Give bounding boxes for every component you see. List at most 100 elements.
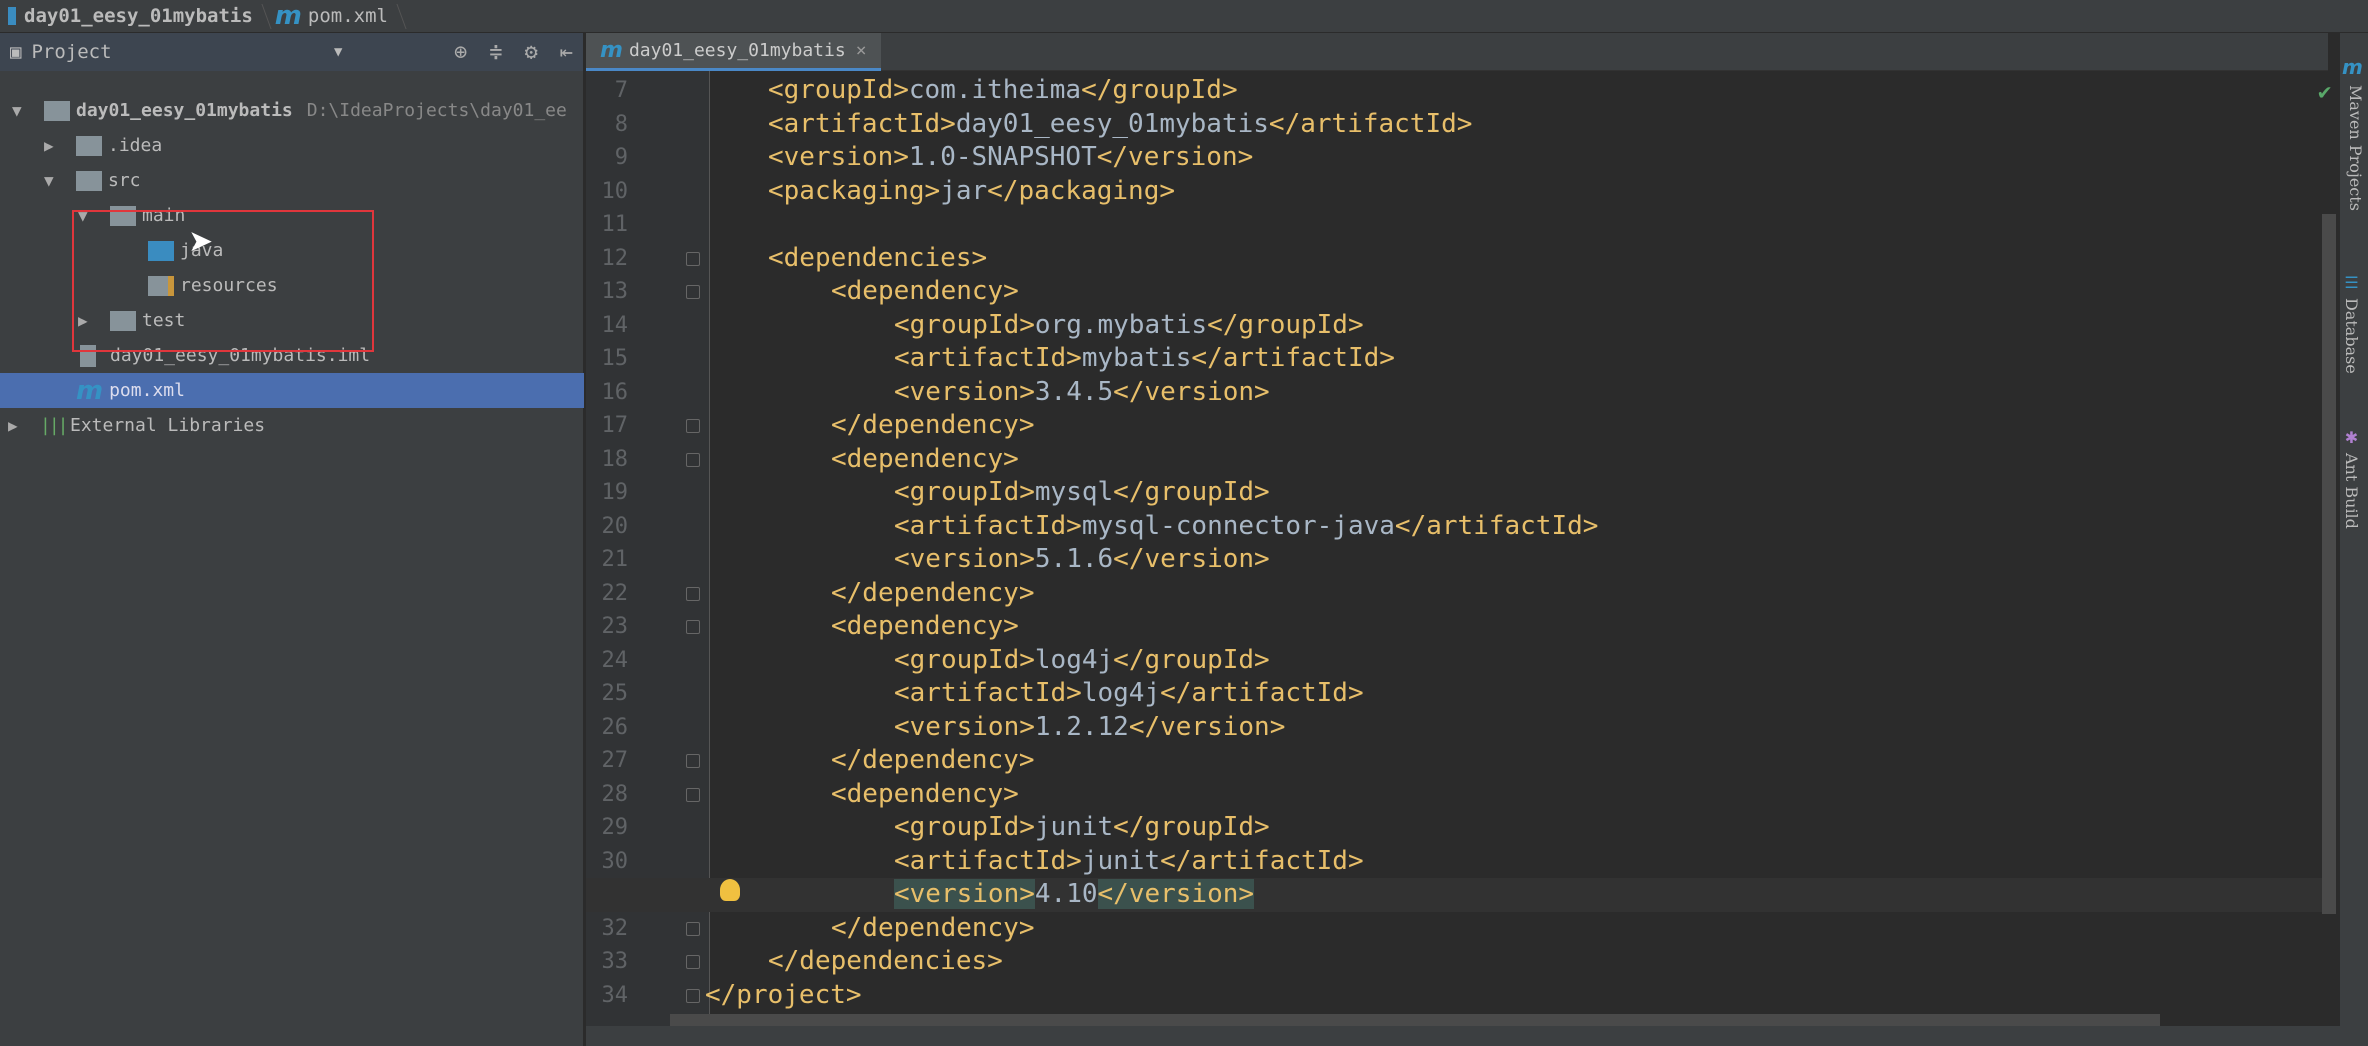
xml-value: 1.0-SNAPSHOT	[908, 142, 1097, 172]
xml-tag: </groupId>	[1113, 477, 1270, 507]
xml-value: mysql	[1034, 477, 1114, 507]
collapse-arrow-icon[interactable]: ▶	[44, 136, 62, 155]
code-line[interactable]: </dependency>	[586, 409, 2328, 443]
code-editor[interactable]: 7 8 9 10 11 12 13 14 15 16 17 18 19 20 21 22 23 24 25 26 27 2…	[586, 71, 2328, 1026]
maven-projects-tool[interactable]: m Maven Projects	[2342, 55, 2368, 211]
code-content: <version>1.0-SNAPSHOT</version>	[768, 141, 1253, 175]
tree-item-label: External Libraries	[70, 415, 266, 436]
tree-item-label: src	[108, 170, 141, 191]
collapse-arrow-icon[interactable]: ▶	[8, 416, 26, 435]
xml-tag: </groupId>	[1113, 644, 1270, 675]
code-content: <version>3.4.5</version>	[894, 376, 1270, 410]
locate-icon[interactable]: ⊕	[454, 40, 467, 65]
right-tool-strip: m Maven Projects ☰ Database ✱ Ant Build	[2340, 33, 2368, 1046]
maven-icon: m	[76, 375, 104, 406]
code-line[interactable]	[586, 208, 2328, 242]
code-line[interactable]: </dependency>	[586, 577, 2328, 611]
database-tool[interactable]: ☰ Database	[2342, 273, 2361, 374]
code-content: <artifactId>log4j</artifactId>	[894, 677, 1364, 711]
code-line[interactable]: <groupId>com.itheima</groupId>	[586, 74, 2328, 108]
code-line[interactable]: </dependency>	[586, 912, 2328, 946]
xml-tag: </version>	[1128, 711, 1286, 742]
xml-tag: </version>	[1113, 376, 1270, 407]
xml-tag: <version>	[894, 879, 1035, 909]
module-folder-icon	[44, 100, 70, 121]
database-icon: ☰	[2342, 273, 2361, 292]
code-content: <artifactId>mybatis</artifactId>	[894, 342, 1395, 376]
code-line[interactable]: <artifactId>day01_eesy_01mybatis</artifa…	[586, 108, 2328, 142]
code-line[interactable]: <groupId>log4j</groupId>	[586, 644, 2328, 678]
chevron-down-icon[interactable]: ▼	[334, 44, 342, 60]
breadcrumb-project[interactable]: day01_eesy_01mybatis	[0, 0, 267, 33]
lightbulb-icon[interactable]	[720, 879, 740, 901]
maven-icon: m	[600, 38, 623, 63]
code-content: <dependencies>	[768, 242, 987, 276]
xml-tag: <version>	[894, 376, 1035, 407]
xml-tag: </dependency>	[831, 745, 1035, 775]
xml-tag: </dependency>	[831, 912, 1035, 943]
code-line[interactable]: <dependency>	[586, 610, 2328, 644]
xml-tag: <dependencies>	[768, 242, 988, 273]
xml-tag: <packaging>	[768, 175, 941, 206]
code-line[interactable]: <packaging>jar</packaging>	[586, 175, 2328, 209]
tree-item-project-root[interactable]: ▼ day01_eesy_01mybatis D:\IdeaProjects\day…	[0, 93, 584, 128]
code-content: <version>1.2.12</version>	[894, 711, 1285, 745]
vertical-scrollbar[interactable]	[2322, 214, 2336, 914]
ant-build-tool[interactable]: ✱ Ant Build	[2342, 428, 2361, 529]
tree-item-idea[interactable]: ▶ .idea	[0, 128, 584, 163]
xml-value: org.mybatis	[1034, 309, 1208, 340]
xml-tag: </project>	[705, 979, 862, 1010]
xml-value: 3.4.5	[1034, 376, 1114, 407]
tree-item-label: pom.xml	[109, 380, 185, 401]
code-line[interactable]: <groupId>org.mybatis</groupId>	[586, 309, 2328, 343]
code-line[interactable]: <dependency>	[586, 443, 2328, 477]
code-line[interactable]: <version>1.2.12</version>	[586, 711, 2328, 745]
code-line[interactable]: </dependency>	[586, 744, 2328, 778]
code-line[interactable]: <version>1.0-SNAPSHOT</version>	[586, 141, 2328, 175]
editor-tab-bar: m day01_eesy_01mybatis ×	[586, 33, 2328, 71]
xml-value: 1.2.12	[1034, 711, 1129, 742]
hide-icon[interactable]: ⇤	[560, 40, 573, 65]
code-line[interactable]: <dependency>	[586, 275, 2328, 309]
code-line[interactable]: <version>4.10</version>	[586, 878, 2328, 912]
xml-tag: <artifactId>	[894, 510, 1082, 541]
breadcrumb-file[interactable]: m pom.xml	[267, 0, 402, 33]
collapse-all-icon[interactable]: ≑	[489, 40, 502, 65]
gear-icon[interactable]: ⚙	[525, 40, 538, 65]
tab-pom[interactable]: m day01_eesy_01mybatis ×	[586, 33, 881, 71]
code-line[interactable]: <artifactId>junit</artifactId>	[586, 845, 2328, 879]
tree-item-pom[interactable]: m pom.xml	[0, 373, 584, 408]
xml-tag: </version>	[1096, 142, 1254, 172]
xml-tag: <dependency>	[831, 276, 1019, 306]
code-line[interactable]: <version>5.1.6</version>	[586, 543, 2328, 577]
maven-icon: m	[274, 1, 302, 31]
code-line[interactable]: <artifactId>mysql-connector-java</artifa…	[586, 510, 2328, 544]
code-line[interactable]: <artifactId>log4j</artifactId>	[586, 677, 2328, 711]
code-line[interactable]: <dependency>	[586, 778, 2328, 812]
xml-tag: <dependency>	[831, 611, 1019, 641]
code-content: </dependency>	[831, 577, 1035, 611]
code-line[interactable]: <dependencies>	[586, 242, 2328, 276]
code-line[interactable]: <groupId>junit</groupId>	[586, 811, 2328, 845]
code-content: </dependencies>	[768, 945, 1003, 979]
close-tab-icon[interactable]: ×	[856, 40, 867, 61]
code-line[interactable]: <groupId>mysql</groupId>	[586, 476, 2328, 510]
xml-tag: <artifactId>	[894, 845, 1082, 876]
xml-tag: </artifactId>	[1191, 343, 1395, 373]
ant-icon: ✱	[2342, 428, 2361, 447]
code-content: </dependency>	[831, 409, 1035, 443]
code-line[interactable]: </project>	[586, 979, 2328, 1013]
folder-icon	[76, 135, 102, 156]
tree-item-src[interactable]: ▼ src	[0, 163, 584, 198]
project-view-selector[interactable]: Project	[31, 41, 111, 63]
code-line[interactable]: </dependencies>	[586, 945, 2328, 979]
expand-arrow-icon[interactable]: ▼	[44, 171, 62, 190]
xml-tag: </artifactId>	[1160, 678, 1364, 708]
code-line[interactable]: <artifactId>mybatis</artifactId>	[586, 342, 2328, 376]
xml-tag: </version>	[1113, 544, 1270, 574]
tool-label: Ant Build	[2342, 453, 2361, 529]
xml-tag: </artifactId>	[1394, 510, 1599, 541]
tree-item-external-libraries[interactable]: ▶ ||| External Libraries	[0, 408, 584, 443]
expand-arrow-icon[interactable]: ▼	[12, 101, 30, 120]
code-line[interactable]: <version>3.4.5</version>	[586, 376, 2328, 410]
